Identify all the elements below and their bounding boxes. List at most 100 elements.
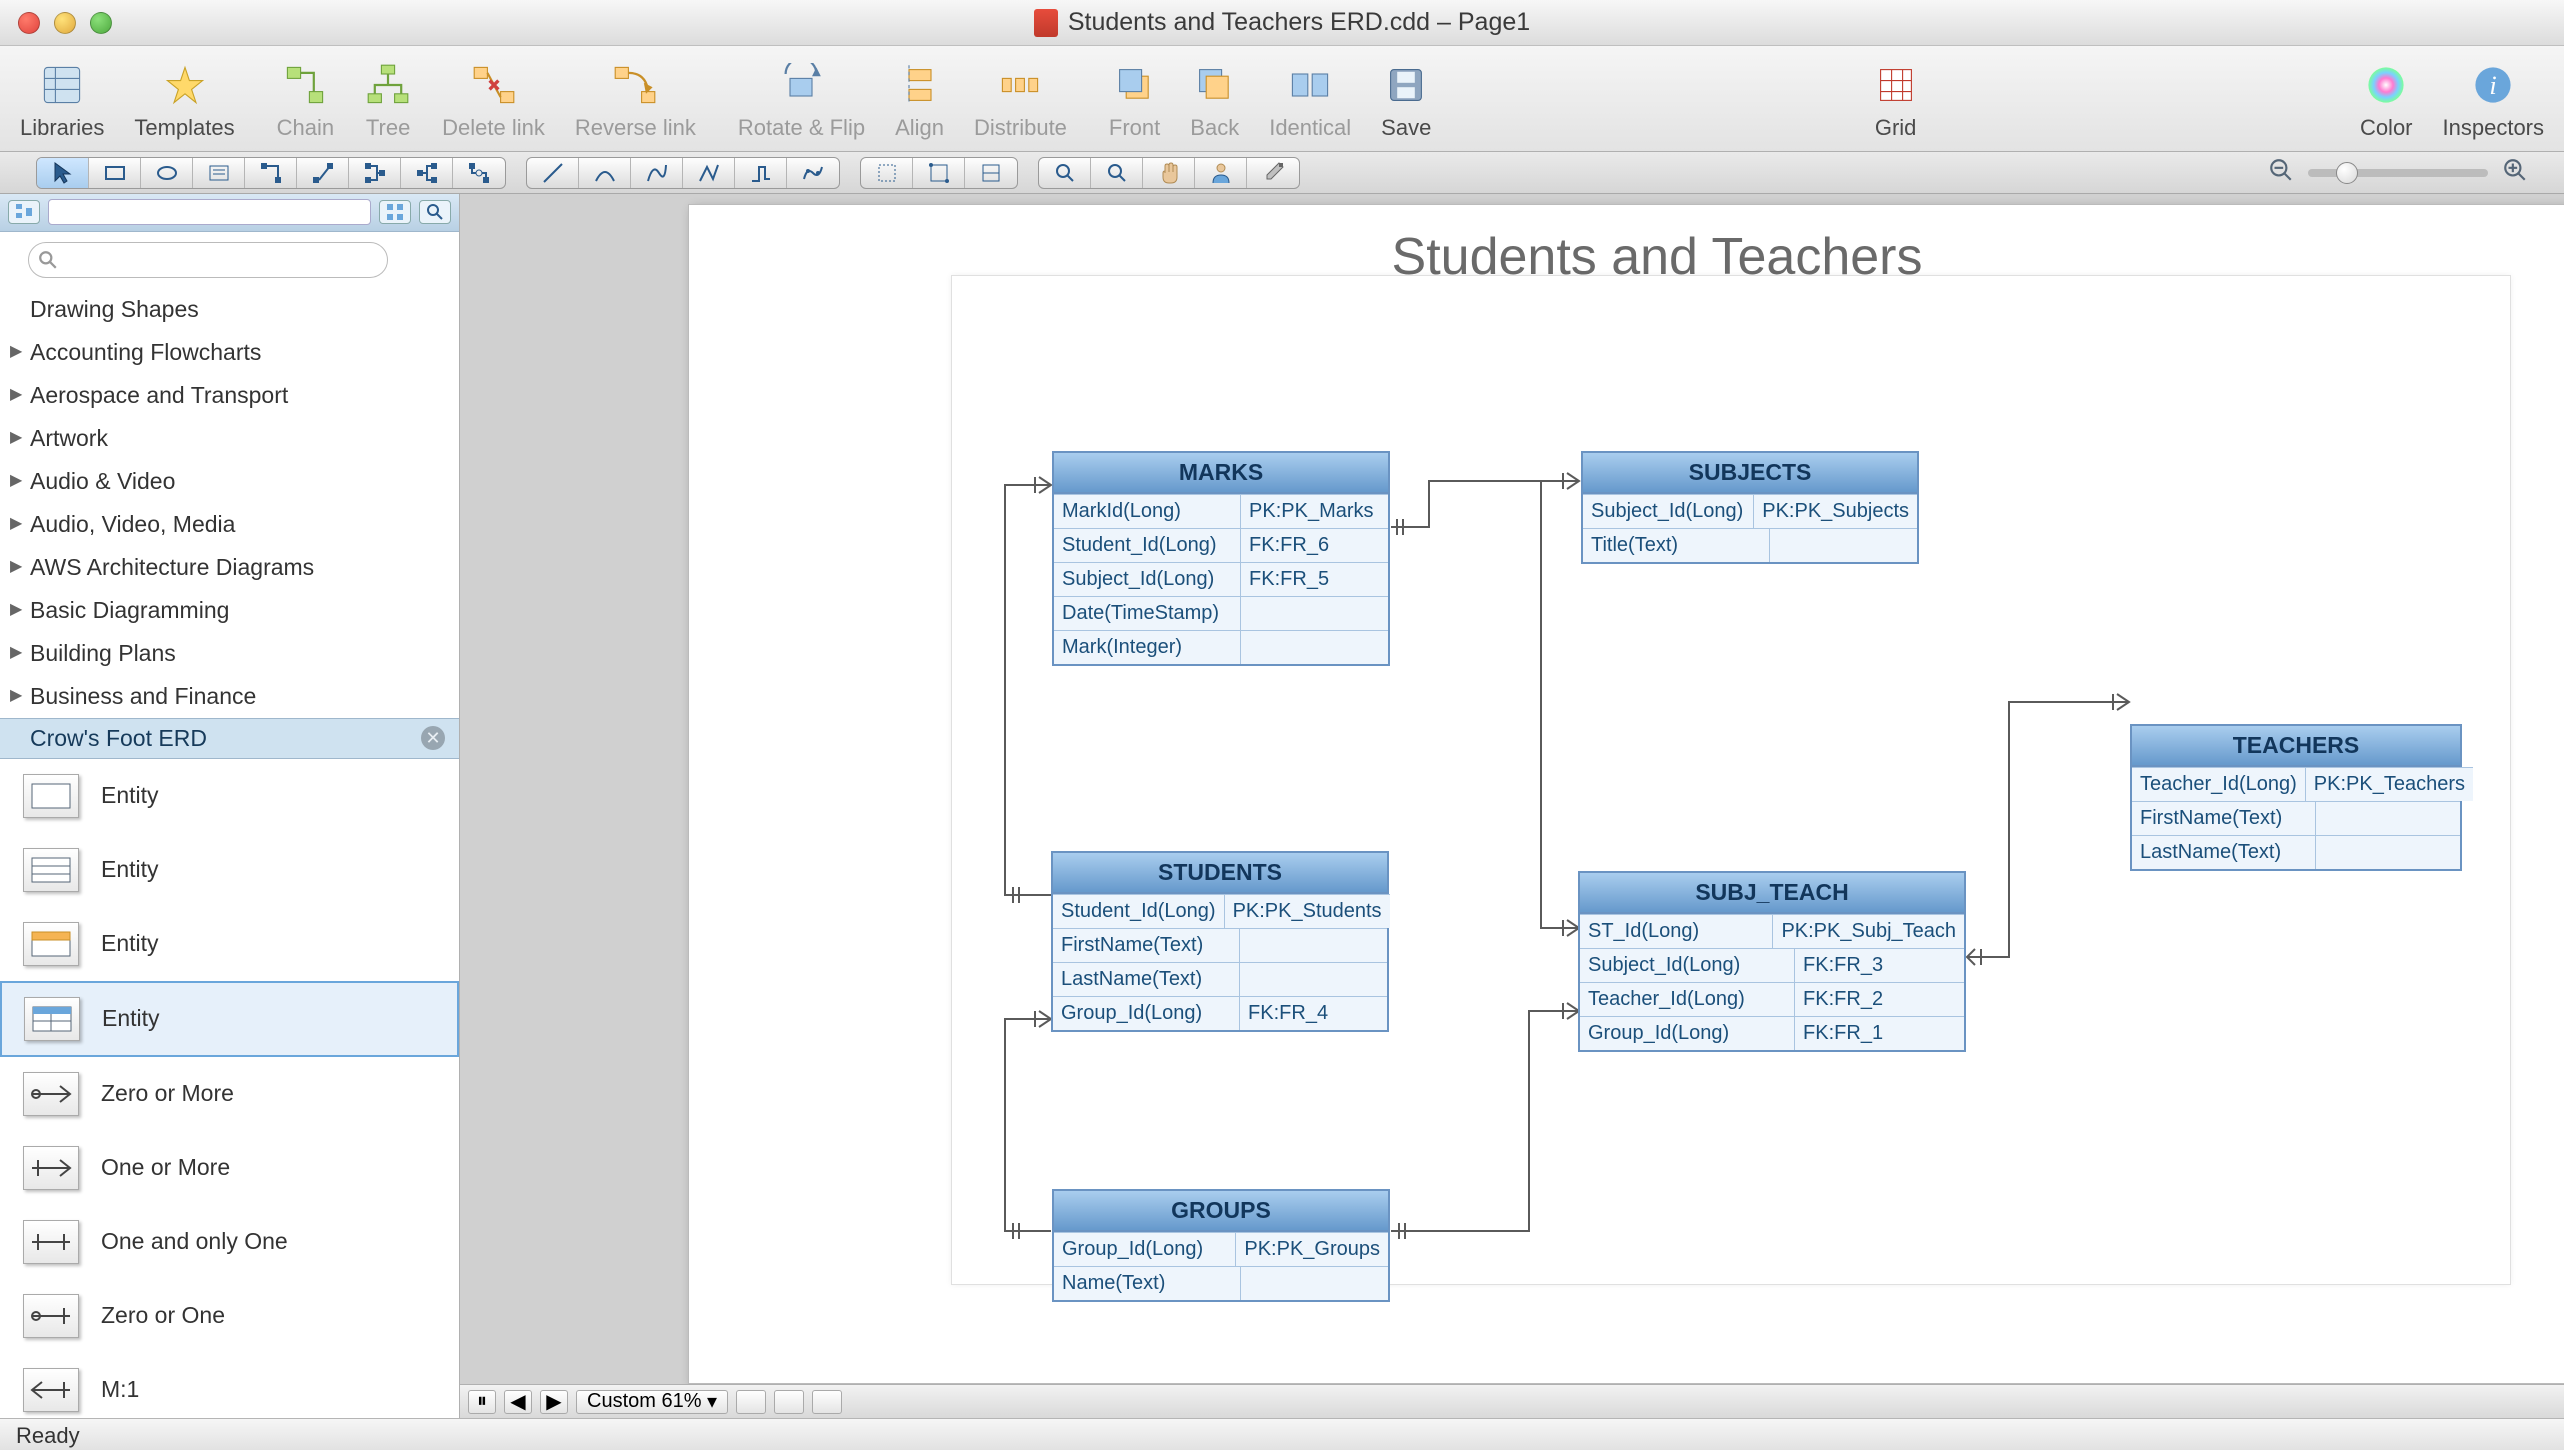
save-button[interactable]: Save <box>1375 57 1437 145</box>
canvas-area[interactable]: Students and Teachers <box>460 194 2564 1418</box>
templates-button[interactable]: Templates <box>128 57 240 145</box>
color-label: Color <box>2360 115 2413 141</box>
entity-students[interactable]: STUDENTSStudent_Id(Long)PK:PK_StudentsFi… <box>1051 851 1389 1032</box>
snap-3[interactable] <box>965 158 1017 188</box>
palette-item[interactable]: M:1 <box>0 1353 459 1418</box>
category-header[interactable]: Drawing Shapes <box>0 288 459 331</box>
zoom-out-button[interactable] <box>2268 157 2294 189</box>
zoom-tool[interactable] <box>1091 158 1143 188</box>
text-tool[interactable] <box>193 158 245 188</box>
delete-link-button[interactable]: Delete link <box>436 57 551 145</box>
snap-2[interactable] <box>913 158 965 188</box>
category-item[interactable]: Audio & Video <box>0 460 459 503</box>
page-tab-2[interactable] <box>774 1390 804 1414</box>
page-prev[interactable]: ◀ <box>504 1390 532 1414</box>
rotate-flip-button[interactable]: Rotate & Flip <box>732 57 871 145</box>
sidebar-tree-toggle[interactable] <box>8 200 40 224</box>
conn-4-tool[interactable] <box>401 158 453 188</box>
pointer-tool[interactable] <box>37 158 89 188</box>
category-item[interactable]: Artwork <box>0 417 459 460</box>
palette-item[interactable]: Zero or More <box>0 1057 459 1131</box>
chain-button[interactable]: Chain <box>271 57 340 145</box>
category-item[interactable]: Accounting Flowcharts <box>0 331 459 374</box>
sidebar: Drawing Shapes Accounting FlowchartsAero… <box>0 194 460 1418</box>
color-button[interactable]: Color <box>2354 57 2419 145</box>
close-window-button[interactable] <box>18 12 40 34</box>
category-selected[interactable]: Crow's Foot ERD ✕ <box>0 718 459 759</box>
entity-header: TEACHERS <box>2132 726 2460 767</box>
entity-subjects[interactable]: SUBJECTSSubject_Id(Long)PK:PK_SubjectsTi… <box>1581 451 1919 564</box>
front-button[interactable]: Front <box>1103 57 1166 145</box>
distribute-button[interactable]: Distribute <box>968 57 1073 145</box>
entity-teachers[interactable]: TEACHERSTeacher_Id(Long)PK:PK_TeachersFi… <box>2130 724 2462 871</box>
conn-2-tool[interactable] <box>297 158 349 188</box>
ellipse-tool[interactable] <box>141 158 193 188</box>
line-tool-1[interactable] <box>527 158 579 188</box>
category-item[interactable]: Building Plans <box>0 632 459 675</box>
category-item[interactable]: Audio, Video, Media <box>0 503 459 546</box>
line-tool-4[interactable] <box>683 158 735 188</box>
line-tool-2[interactable] <box>579 158 631 188</box>
sidebar-search-toggle[interactable] <box>419 200 451 224</box>
inspectors-button[interactable]: i Inspectors <box>2437 57 2551 145</box>
snap-1[interactable] <box>861 158 913 188</box>
align-button[interactable]: Align <box>889 57 950 145</box>
reverse-link-label: Reverse link <box>575 115 696 141</box>
zoom-fit[interactable] <box>1039 158 1091 188</box>
page-tab-3[interactable] <box>812 1390 842 1414</box>
conn-zero-one-thumb <box>23 1294 79 1338</box>
palette-item[interactable]: Zero or One <box>0 1279 459 1353</box>
entity-row: Name(Text) <box>1054 1266 1388 1300</box>
rect-tool[interactable] <box>89 158 141 188</box>
palette-item[interactable]: One and only One <box>0 1205 459 1279</box>
minimize-window-button[interactable] <box>54 12 76 34</box>
page-next[interactable]: ▶ <box>540 1390 568 1414</box>
palette-item[interactable]: Entity <box>0 759 459 833</box>
category-item[interactable]: Business and Finance <box>0 675 459 718</box>
entity-subj_teach[interactable]: SUBJ_TEACHST_Id(Long)PK:PK_Subj_TeachSub… <box>1578 871 1966 1052</box>
page[interactable]: Students and Teachers <box>688 204 2564 1384</box>
entity-key: PK:PK_Teachers <box>2306 767 2473 801</box>
identical-button[interactable]: Identical <box>1263 57 1357 145</box>
palette-item[interactable]: Entity <box>0 833 459 907</box>
grid-button[interactable]: Grid <box>1866 57 1926 145</box>
align-icon <box>896 61 944 109</box>
zoom-slider[interactable] <box>2308 169 2488 177</box>
category-item[interactable]: Aerospace and Transport <box>0 374 459 417</box>
delete-link-icon <box>470 61 518 109</box>
chain-icon <box>281 61 329 109</box>
entity-groups[interactable]: GROUPSGroup_Id(Long)PK:PK_GroupsName(Tex… <box>1052 1189 1390 1302</box>
sidebar-top-search[interactable] <box>48 199 371 225</box>
hand-tool[interactable] <box>1143 158 1195 188</box>
entity-field: MarkId(Long) <box>1054 494 1241 528</box>
shape-search-input[interactable] <box>28 242 388 278</box>
category-close-button[interactable]: ✕ <box>421 726 445 750</box>
entity-field: FirstName(Text) <box>1053 928 1240 962</box>
sidebar-grid-view[interactable] <box>379 200 411 224</box>
libraries-button[interactable]: Libraries <box>14 57 110 145</box>
page-tab-1[interactable] <box>736 1390 766 1414</box>
palette-item[interactable]: Entity <box>0 981 459 1057</box>
back-button[interactable]: Back <box>1184 57 1245 145</box>
zoom-label[interactable]: Custom 61% ▾ <box>576 1390 728 1414</box>
conn-1-tool[interactable] <box>245 158 297 188</box>
line-tool-3[interactable] <box>631 158 683 188</box>
zoom-window-button[interactable] <box>90 12 112 34</box>
line-tool-6[interactable] <box>787 158 839 188</box>
page-pause[interactable]: ⏸ <box>468 1390 496 1414</box>
person-tool[interactable] <box>1195 158 1247 188</box>
zoom-in-button[interactable] <box>2502 157 2528 189</box>
category-item[interactable]: AWS Architecture Diagrams <box>0 546 459 589</box>
reverse-link-button[interactable]: Reverse link <box>569 57 702 145</box>
palette-item[interactable]: Entity <box>0 907 459 981</box>
palette-item-label: Entity <box>102 1005 160 1032</box>
palette-item[interactable]: One or More <box>0 1131 459 1205</box>
conn-3-tool[interactable] <box>349 158 401 188</box>
category-item[interactable]: Basic Diagramming <box>0 589 459 632</box>
conn-5-tool[interactable] <box>453 158 505 188</box>
eyedropper-tool[interactable] <box>1247 158 1299 188</box>
line-tool-5[interactable] <box>735 158 787 188</box>
tree-button[interactable]: Tree <box>358 57 418 145</box>
entity-marks[interactable]: MARKSMarkId(Long)PK:PK_MarksStudent_Id(L… <box>1052 451 1390 666</box>
zoom-thumb[interactable] <box>2336 162 2358 184</box>
